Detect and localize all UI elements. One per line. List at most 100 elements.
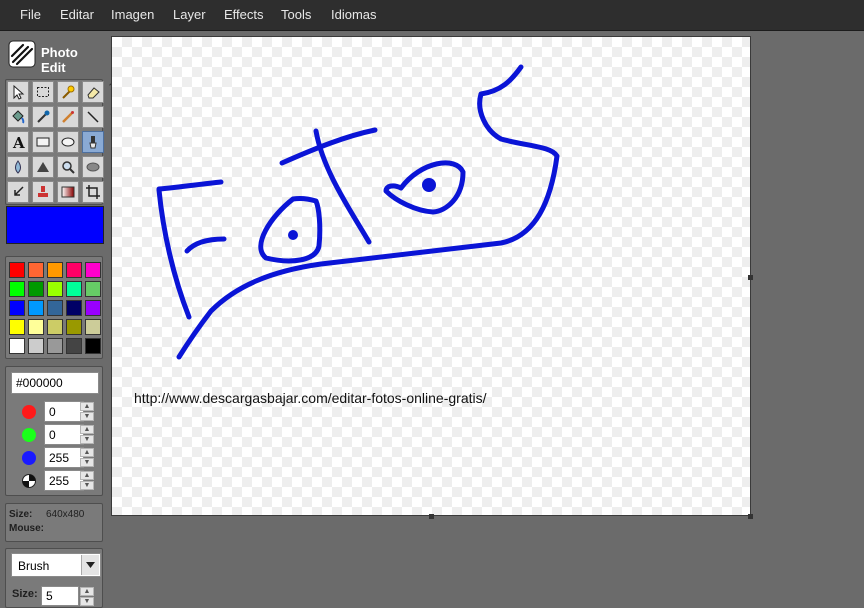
menu-bar: File Editar Imagen Layer Effects Tools I… [0,0,864,31]
alpha-stepper[interactable]: ▲ ▼ [80,471,94,491]
logo-line-1: Photo [41,45,78,60]
mouse-label: Mouse: [9,523,44,534]
red-channel-icon [22,405,36,419]
menu-effects[interactable]: Effects [224,0,264,30]
stroke-hook [176,64,560,360]
menu-idiomas[interactable]: Idiomas [331,0,377,30]
hex-color-input[interactable] [11,372,99,394]
palette-swatch[interactable] [66,262,82,278]
tool-gradient[interactable] [57,181,79,203]
menu-tools[interactable]: Tools [281,0,311,30]
size-label: Size: [9,509,33,520]
tool-blur[interactable] [7,156,29,178]
palette-swatch[interactable] [85,281,101,297]
palette-swatch[interactable] [28,262,44,278]
tool-crop[interactable] [82,181,104,203]
palette-swatch[interactable] [9,338,25,354]
tool-brush[interactable] [82,131,104,153]
tool-paint-bucket[interactable] [7,106,29,128]
red-input[interactable] [44,401,84,422]
green-input[interactable] [44,424,84,445]
chevron-down-icon[interactable] [81,555,99,575]
menu-file[interactable]: File [20,0,41,30]
palette-swatch[interactable] [9,262,25,278]
magic-wand-icon [62,85,75,99]
size-value: 640x480 [46,509,85,520]
menu-imagen[interactable]: Imagen [111,0,154,30]
resize-icon [14,186,24,196]
tool-resize[interactable] [7,181,29,203]
canvas-url-text: http://www.descargasbajar.com/editar-fot… [134,390,487,406]
brush-size-stepper[interactable]: ▲ ▼ [80,587,94,607]
paint-bucket-icon [12,110,25,124]
app-logo: Photo Edit [8,40,104,76]
palette-swatch[interactable] [66,281,82,297]
palette-swatch[interactable] [28,281,44,297]
tool-sharpen[interactable] [32,156,54,178]
palette-swatch[interactable] [66,300,82,316]
blue-stepper[interactable]: ▲ ▼ [80,448,94,468]
palette-swatch[interactable] [47,262,63,278]
tool-line[interactable] [82,106,104,128]
pupil-right [422,178,436,192]
tool-zoom[interactable] [57,156,79,178]
zoom-icon [62,161,75,174]
logo-line-2: Edit [41,60,66,75]
logo-icon [8,40,36,68]
ellipse-icon [61,137,75,147]
tool-text[interactable]: A [7,131,29,153]
resize-handle-corner[interactable] [748,514,753,519]
active-color-swatch[interactable] [6,206,104,244]
palette-swatch[interactable] [9,319,25,335]
pencil-icon [62,111,74,123]
palette-swatch[interactable] [85,338,101,354]
tool-rectangle[interactable] [32,131,54,153]
palette-swatch[interactable] [85,262,101,278]
rectangle-icon [36,137,50,147]
tool-ellipse[interactable] [57,131,79,153]
smudge-icon [86,162,100,172]
tool-eraser[interactable] [82,81,104,103]
palette-swatch[interactable] [28,319,44,335]
red-stepper[interactable]: ▲ ▼ [80,402,94,422]
tool-magic-wand[interactable] [57,81,79,103]
palette-swatch[interactable] [85,319,101,335]
alpha-channel-icon [22,474,36,488]
green-channel-icon [22,428,36,442]
palette-swatch[interactable] [47,300,63,316]
tool-rect-select[interactable] [32,81,54,103]
logo-text: Photo Edit [41,45,78,75]
tool-eyedropper[interactable] [32,106,54,128]
text-icon: A [12,134,25,150]
palette-swatch[interactable] [28,338,44,354]
tool-clone-stamp[interactable] [32,181,54,203]
resize-handle-right[interactable] [748,275,753,280]
stroke-f-stem [156,187,192,320]
green-stepper[interactable]: ▲ ▼ [80,425,94,445]
resize-handle-bottom[interactable] [429,514,434,519]
menu-editar[interactable]: Editar [60,0,94,30]
palette-swatch[interactable] [66,338,82,354]
palette-swatch[interactable] [28,300,44,316]
brush-icon [89,136,97,149]
palette-swatch[interactable] [85,300,101,316]
sharpen-icon [37,162,49,172]
tool-pencil[interactable] [57,106,79,128]
alpha-input[interactable] [44,470,84,491]
tool-smudge[interactable] [82,156,104,178]
tool-select[interactable]: Brush [11,553,101,577]
palette-swatch[interactable] [47,281,63,297]
stroke-t-cross [279,127,378,166]
svg-text:A: A [12,134,25,150]
tool-pointer[interactable] [7,81,29,103]
blue-input[interactable] [44,447,84,468]
palette-swatch[interactable] [47,319,63,335]
palette-swatch[interactable] [9,300,25,316]
drawing-canvas[interactable]: http://www.descargasbajar.com/editar-fot… [111,36,751,516]
brush-size-input[interactable] [41,586,79,606]
palette-swatch[interactable] [47,338,63,354]
menu-layer[interactable]: Layer [173,0,206,30]
palette-swatch[interactable] [9,281,25,297]
eraser-icon [87,87,100,99]
palette-swatch[interactable] [66,319,82,335]
